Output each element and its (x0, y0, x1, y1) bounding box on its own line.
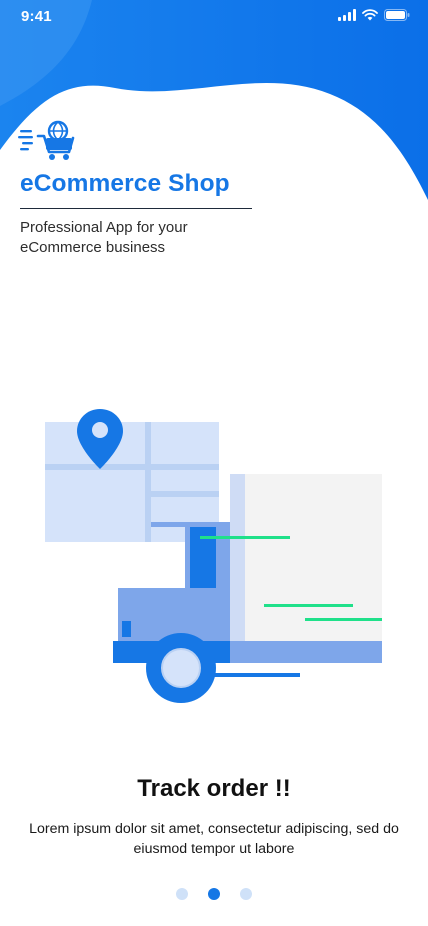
status-icons (338, 9, 410, 21)
brand-title: eCommerce Shop (20, 170, 230, 197)
page-dot-3[interactable] (240, 888, 252, 900)
shopping-cart-globe-icon (18, 120, 75, 160)
delivery-truck-illustration (45, 409, 382, 703)
page-dot-1[interactable] (176, 888, 188, 900)
slide-description: Lorem ipsum dolor sit amet, consectetur … (29, 821, 399, 857)
battery-icon (384, 9, 410, 21)
slide-title: Track order !! (137, 775, 291, 802)
signal-icon (338, 9, 356, 21)
wifi-icon (362, 9, 378, 21)
brand-tagline: Professional App for your eCommerce busi… (20, 219, 188, 256)
page-dot-2[interactable] (208, 888, 220, 900)
status-time: 9:41 (21, 8, 52, 25)
page-indicator (0, 888, 428, 900)
brand-divider (20, 208, 252, 209)
status-bar: 9:41 (0, 0, 428, 34)
